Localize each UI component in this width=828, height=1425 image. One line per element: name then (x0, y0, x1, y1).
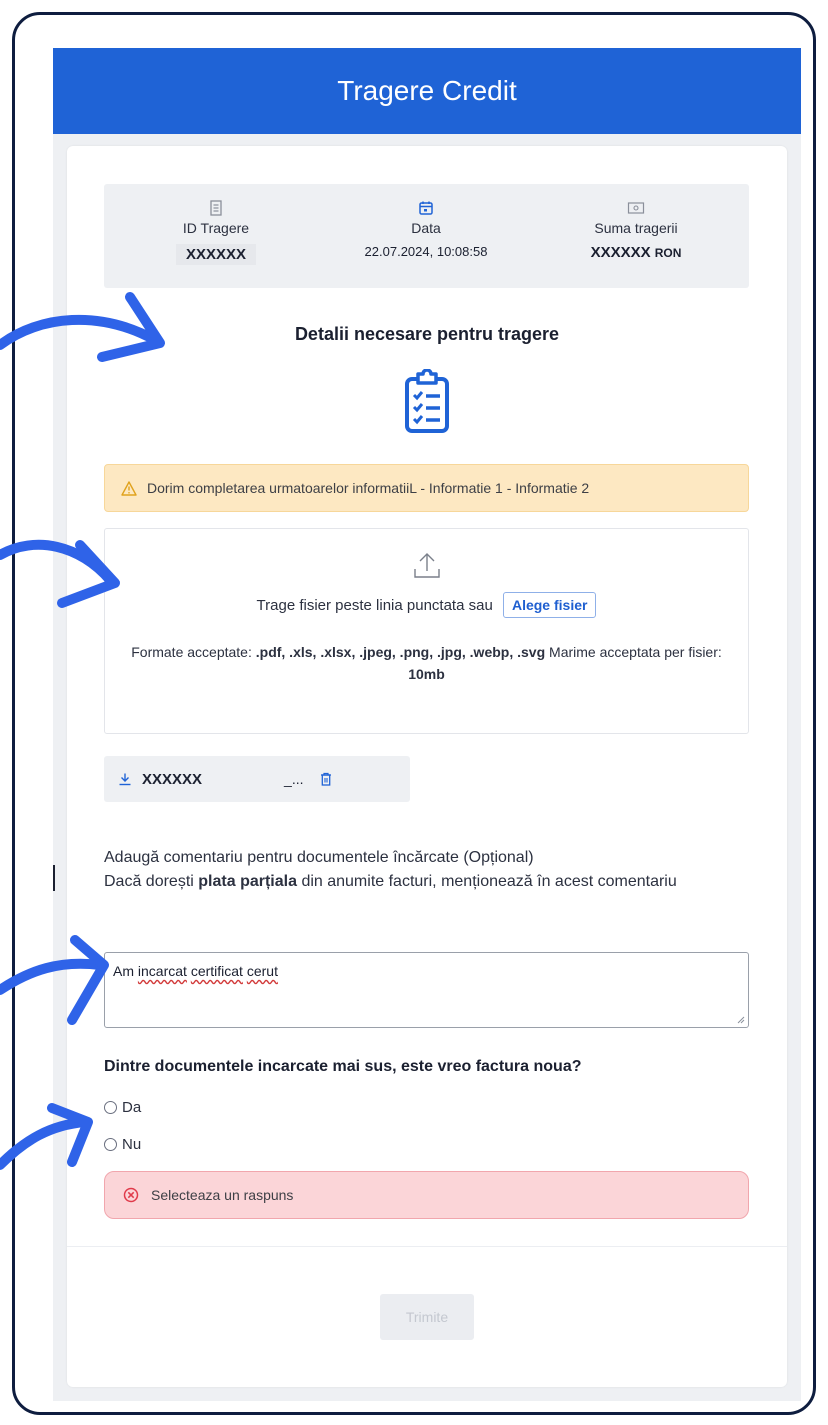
summary-date-value: 22.07.2024, 10:08:58 (364, 244, 488, 259)
uploaded-file: XXXXXX _... (104, 756, 410, 802)
drawdown-summary: ID Tragere XXXXXX Data 22.07.2024, 10:08… (104, 184, 749, 288)
annotation-arrow-4 (0, 1103, 93, 1170)
comment-word-3: certificat (190, 963, 243, 979)
comment-word-4: cerut (246, 963, 278, 979)
page-title: Tragere Credit (337, 75, 517, 106)
summary-id-label: ID Tragere (182, 220, 250, 236)
summary-id-value: XXXXXX (175, 244, 257, 265)
error-banner: Selecteaza un raspuns (104, 1171, 749, 1219)
warning-text: Dorim completarea urmatoarelor informati… (147, 480, 590, 496)
footer-divider (67, 1246, 787, 1247)
comment-label-line1: Adaugă comentariu pentru documentele înc… (104, 849, 534, 866)
warning-triangle-icon (121, 480, 137, 496)
app-window: Tragere Credit ID Tragere XXXXXX Data 22… (53, 48, 801, 1401)
comment-label-line2-bold: plata parțiala (198, 873, 297, 890)
new-invoice-question: Dintre documentele incarcate mai sus, es… (104, 1058, 582, 1075)
summary-amount: Suma tragerii XXXXXX RON (536, 198, 736, 261)
upload-icon (414, 553, 440, 578)
radio-label-da: Da (122, 1099, 142, 1116)
error-circle-x-icon (123, 1187, 139, 1203)
comment-textarea[interactable]: Am incarcat certificat cerut (104, 952, 749, 1028)
submit-button[interactable]: Trimite (380, 1294, 474, 1340)
resize-handle-icon[interactable] (737, 1016, 745, 1024)
formats-label: Formate acceptate: (131, 644, 252, 660)
file-extension: _... (284, 771, 304, 787)
error-text: Selecteaza un raspuns (151, 1187, 294, 1203)
summary-date-label: Data (411, 220, 441, 236)
comment-word-2: incarcat (137, 963, 187, 979)
summary-amount-label: Suma tragerii (594, 220, 678, 236)
download-icon[interactable] (118, 772, 132, 786)
dropzone-text: Trage fisier peste linia punctata sau (256, 597, 493, 614)
choose-file-button[interactable]: Alege fisier (502, 592, 597, 618)
summary-date: Data 22.07.2024, 10:08:58 (326, 198, 526, 259)
calendar-icon (419, 201, 433, 215)
size-label: Marime acceptata per fisier: (549, 644, 722, 660)
annotation-arrow-3 (0, 935, 109, 1025)
summary-id-value-wrap: XXXXXX (116, 244, 316, 265)
accepted-formats: Formate acceptate: .pdf, .xls, .xlsx, .j… (125, 641, 728, 685)
size-value: 10mb (408, 666, 445, 682)
summary-amount-currency: RON (654, 246, 682, 260)
clipboard-checklist-icon (405, 369, 449, 433)
receipt-icon (210, 200, 222, 216)
summary-amount-value-wrap: XXXXXX RON (536, 244, 736, 261)
annotation-arrow-2 (0, 539, 120, 608)
summary-amount-value: XXXXXX (590, 244, 651, 261)
comment-label-line2-post: din anumite facturi, menționează în aces… (301, 873, 677, 890)
formats-value: .pdf, .xls, .xlsx, .jpeg, .png, .jpg, .w… (255, 644, 546, 660)
title-bar: Tragere Credit (53, 48, 801, 134)
comment-label: Adaugă comentariu pentru documentele înc… (104, 846, 754, 894)
dropzone-row: Trage fisier peste linia punctata sau Al… (105, 592, 748, 618)
comment-label-line2-pre: Dacă dorești (104, 873, 194, 890)
radio-label-nu: Nu (122, 1136, 142, 1153)
edge-marker (53, 865, 55, 891)
annotation-arrow-1 (0, 292, 165, 362)
file-dropzone[interactable]: Trage fisier peste linia punctata sau Al… (104, 528, 749, 734)
banknote-icon (627, 202, 645, 214)
file-name[interactable]: XXXXXX (142, 771, 202, 788)
summary-id: ID Tragere XXXXXX (116, 198, 316, 265)
trash-icon[interactable] (320, 772, 332, 786)
warning-banner: Dorim completarea urmatoarelor informati… (104, 464, 749, 512)
